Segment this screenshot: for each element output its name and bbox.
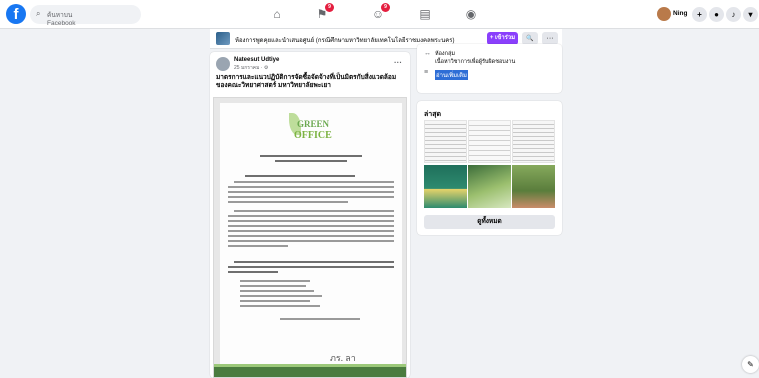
post-caption: มาตรการและแนวปฏิบัติการจัดซื้อจัดจ้างที่… bbox=[216, 74, 397, 89]
document-text-line bbox=[228, 191, 394, 193]
post-author[interactable]: Nateesut Udtiye bbox=[234, 57, 279, 63]
nav-marketplace[interactable]: ▤ bbox=[405, 3, 445, 26]
document-page: GREEN OFFICE ภร. ลา bbox=[220, 103, 402, 377]
document-text-line bbox=[275, 160, 347, 162]
info-line-1: ห้องกลุ่ม bbox=[435, 51, 455, 57]
media-thumbnail[interactable] bbox=[512, 165, 555, 208]
media-thumbnail[interactable] bbox=[468, 165, 511, 208]
notifications-button[interactable]: ♪ bbox=[726, 7, 741, 22]
document-text-line bbox=[228, 230, 394, 232]
list-icon: ≡ bbox=[424, 69, 429, 76]
home-icon: ⌂ bbox=[273, 7, 281, 21]
document-text-line bbox=[240, 285, 306, 287]
profile-name: Ning bbox=[673, 10, 688, 17]
document-text-line bbox=[228, 186, 394, 188]
group-thumbnail[interactable] bbox=[216, 32, 230, 45]
nav-pages[interactable]: ⚑ 9 bbox=[302, 3, 342, 26]
document-text-line bbox=[240, 300, 310, 302]
profile-shortcut[interactable]: Ning bbox=[657, 7, 687, 22]
see-all-button[interactable]: ดูทั้งหมด bbox=[424, 215, 555, 229]
search-icon: ⌕ bbox=[36, 9, 41, 18]
media-thumbnail[interactable] bbox=[512, 120, 555, 163]
document-text-line bbox=[240, 305, 320, 307]
media-thumbnail[interactable] bbox=[424, 165, 467, 208]
document-text-line bbox=[234, 181, 394, 183]
search-box[interactable]: ⌕ ค้นหาบน Facebook bbox=[30, 5, 141, 27]
logo-text-top: GREEN bbox=[297, 119, 330, 129]
notification-badge: 9 bbox=[381, 3, 390, 12]
document-text-line bbox=[228, 201, 348, 203]
document-text-line bbox=[240, 290, 314, 292]
document-text-line bbox=[228, 240, 394, 242]
globe-icon: ↔ bbox=[424, 50, 431, 57]
nav-gaming[interactable]: ◉ bbox=[451, 3, 491, 26]
recent-media-title: ล่าสุด bbox=[424, 111, 442, 118]
avatar bbox=[657, 7, 671, 21]
media-thumbnail[interactable] bbox=[468, 120, 511, 163]
author-avatar[interactable] bbox=[216, 57, 230, 71]
document-text-line bbox=[228, 271, 278, 273]
document-text-line bbox=[240, 280, 310, 282]
gaming-icon: ◉ bbox=[465, 7, 477, 21]
green-office-logo: GREEN OFFICE bbox=[287, 113, 335, 149]
search-placeholder: ค้นหาบน Facebook bbox=[47, 12, 76, 27]
document-text-line bbox=[228, 196, 394, 198]
document-text-line bbox=[228, 220, 394, 222]
post-options-button[interactable]: ··· bbox=[394, 58, 402, 67]
messenger-button[interactable]: ● bbox=[709, 7, 724, 22]
edit-icon: ✎ bbox=[747, 360, 754, 369]
info-line-2: เนื้อหาวิชาการเพื่อผู้รับผิดชอบงาน bbox=[435, 59, 516, 65]
document-text-line bbox=[280, 318, 360, 320]
document-footer-band bbox=[214, 367, 406, 377]
account-menu-button[interactable]: ▾ bbox=[743, 7, 758, 22]
document-text-line bbox=[228, 235, 394, 237]
recent-media-card: ล่าสุด ดูทั้งหมด bbox=[417, 101, 562, 235]
nav-home[interactable]: ⌂ bbox=[257, 3, 297, 26]
document-text-line bbox=[234, 261, 394, 263]
create-button[interactable]: + bbox=[692, 7, 707, 22]
nav-groups[interactable]: ☺ 9 bbox=[358, 3, 398, 26]
top-navigation-bar: f ⌕ ค้นหาบน Facebook ⌂ ⚑ 9 ☺ 9 ▤ ◉ Ning … bbox=[0, 0, 759, 29]
facebook-logo[interactable]: f bbox=[6, 4, 26, 24]
logo-text-bottom: OFFICE bbox=[294, 130, 332, 141]
document-text-line bbox=[234, 210, 394, 212]
notification-badge: 9 bbox=[325, 3, 334, 12]
post-card: Nateesut Udtiye 25 มกราคม · ⚙ ··· มาตรกา… bbox=[210, 52, 410, 378]
document-text-line bbox=[228, 225, 394, 227]
document-text-line bbox=[240, 295, 322, 297]
document-signature: ภร. ลา bbox=[330, 353, 356, 363]
document-text-line bbox=[228, 245, 288, 247]
document-text-line bbox=[228, 266, 394, 268]
document-text-line bbox=[260, 155, 362, 157]
group-info-card: ↔ ห้องกลุ่ม เนื้อหาวิชาการเพื่อผู้รับผิด… bbox=[417, 44, 562, 93]
media-thumbnail[interactable] bbox=[424, 120, 467, 163]
search-icon: 🔍 bbox=[526, 36, 534, 42]
marketplace-icon: ▤ bbox=[419, 7, 431, 21]
post-document-image[interactable]: GREEN OFFICE ภร. ลา bbox=[213, 97, 407, 378]
post-timestamp[interactable]: 25 มกราคม · ⚙ bbox=[234, 64, 268, 72]
info-link[interactable]: อ่านเพิ่มเติม bbox=[435, 70, 468, 80]
document-text-line bbox=[245, 175, 355, 177]
document-text-line bbox=[228, 215, 394, 217]
new-message-button[interactable]: ✎ bbox=[742, 356, 759, 373]
